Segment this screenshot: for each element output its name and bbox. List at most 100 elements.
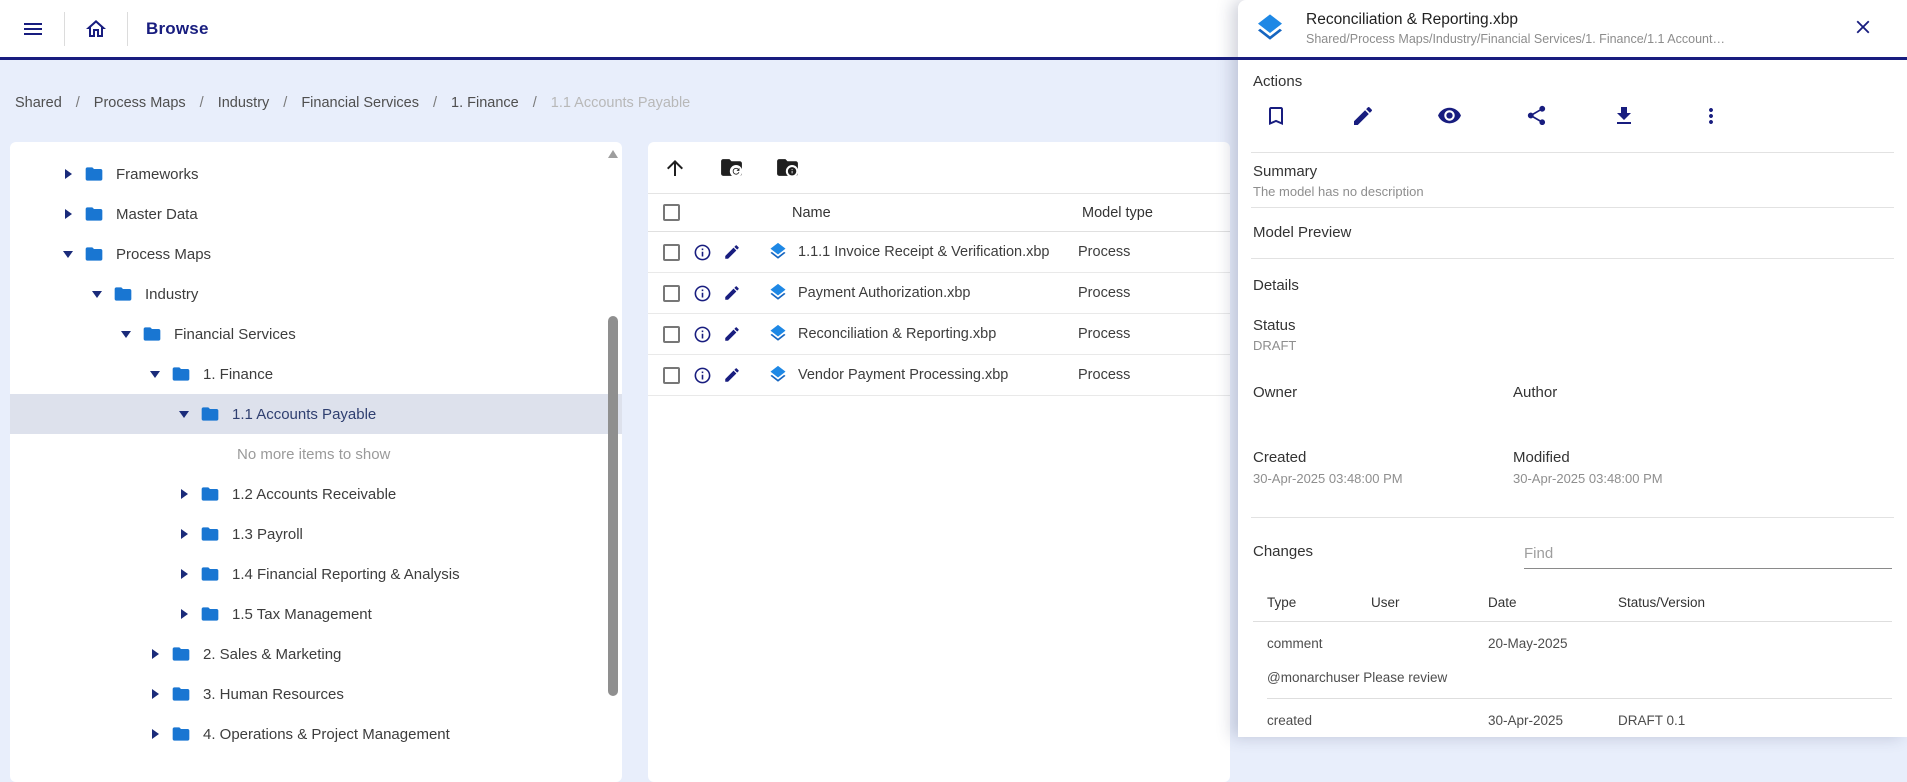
tree-item[interactable]: Financial Services: [10, 314, 622, 354]
tree-item-label: 1.5 Tax Management: [232, 606, 372, 623]
model-type: Process: [1078, 285, 1130, 301]
file-name[interactable]: Reconciliation & Reporting.xbp: [798, 326, 1078, 342]
tree-item[interactable]: Process Maps: [10, 234, 622, 274]
column-header-name[interactable]: Name: [792, 205, 1082, 221]
table-row[interactable]: Vendor Payment Processing.xbpProcess: [648, 355, 1230, 396]
share-icon[interactable]: [1524, 103, 1549, 128]
table-row[interactable]: Payment Authorization.xbpProcess: [648, 273, 1230, 314]
chevron-right-icon[interactable]: [178, 608, 190, 620]
chevron-right-icon[interactable]: [149, 648, 161, 660]
bookmark-icon[interactable]: [1263, 103, 1288, 128]
tree-item[interactable]: 1. Finance: [10, 354, 622, 394]
file-list-panel: Name Model type 1.1.1 Invoice Receipt & …: [648, 142, 1230, 782]
chevron-down-icon[interactable]: [91, 288, 103, 300]
change-user: [1371, 699, 1488, 728]
tree-item[interactable]: Frameworks: [10, 154, 622, 194]
chevron-right-icon[interactable]: [178, 488, 190, 500]
row-checkbox[interactable]: [663, 244, 680, 261]
tree-item-label: 4. Operations & Project Management: [203, 726, 450, 743]
home-icon[interactable]: [83, 16, 109, 42]
tree-item[interactable]: 3. Human Resources: [10, 674, 622, 714]
chevron-down-icon[interactable]: [149, 368, 161, 380]
breadcrumb-item[interactable]: Financial Services: [301, 95, 419, 111]
process-model-icon: [768, 365, 788, 385]
folder-icon: [113, 284, 133, 304]
row-checkbox[interactable]: [663, 285, 680, 302]
changes-col-date: Date: [1488, 595, 1618, 610]
column-header-model-type[interactable]: Model type: [1082, 205, 1153, 221]
tree-item[interactable]: 1.3 Payroll: [10, 514, 622, 554]
breadcrumb-item[interactable]: Shared: [15, 95, 62, 111]
tree-item-label: 1.3 Payroll: [232, 526, 303, 543]
tree-item[interactable]: 1.5 Tax Management: [10, 594, 622, 634]
change-status-version: [1618, 622, 1892, 651]
modified-label: Modified: [1513, 449, 1892, 466]
folder-icon: [200, 524, 220, 544]
folder-icon: [171, 644, 191, 664]
tree-item[interactable]: 4. Operations & Project Management: [10, 714, 622, 754]
download-icon[interactable]: [1611, 103, 1636, 128]
change-user: [1371, 622, 1488, 651]
changes-table-header: Type User Date Status/Version: [1253, 595, 1892, 622]
chevron-right-icon[interactable]: [149, 688, 161, 700]
more-options-icon[interactable]: [1698, 103, 1723, 128]
details-path: Shared/Process Maps/Industry/Financial S…: [1306, 32, 1837, 46]
scrollbar-thumb[interactable]: [608, 316, 618, 696]
edit-icon[interactable]: [722, 283, 742, 303]
chevron-right-icon[interactable]: [178, 528, 190, 540]
find-input[interactable]: [1524, 543, 1892, 569]
info-icon[interactable]: [692, 242, 712, 262]
summary-heading: Summary: [1253, 163, 1892, 180]
tree-item[interactable]: 1.1 Accounts Payable: [10, 394, 622, 434]
file-name[interactable]: 1.1.1 Invoice Receipt & Verification.xbp: [798, 244, 1078, 260]
tree-item[interactable]: 2. Sales & Marketing: [10, 634, 622, 674]
changes-table-rows: comment20-May-2025@monarchuser Please re…: [1253, 622, 1892, 728]
row-checkbox[interactable]: [663, 367, 680, 384]
tree-item[interactable]: Master Data: [10, 194, 622, 234]
edit-icon[interactable]: [722, 324, 742, 344]
chevron-right-icon[interactable]: [62, 208, 74, 220]
row-checkbox[interactable]: [663, 326, 680, 343]
chevron-right-icon[interactable]: [62, 168, 74, 180]
chevron-down-icon[interactable]: [120, 328, 132, 340]
info-icon[interactable]: [692, 324, 712, 344]
tree-item[interactable]: Industry: [10, 274, 622, 314]
tree-item-label: 2. Sales & Marketing: [203, 646, 341, 663]
info-icon[interactable]: [692, 365, 712, 385]
process-model-icon: [768, 242, 788, 262]
scroll-up-icon[interactable]: [608, 150, 618, 158]
created-value: 30-Apr-2025 03:48:00 PM: [1253, 471, 1513, 486]
edit-icon[interactable]: [1350, 103, 1375, 128]
menu-icon[interactable]: [20, 16, 46, 42]
model-type: Process: [1078, 244, 1130, 260]
table-row[interactable]: Reconciliation & Reporting.xbpProcess: [648, 314, 1230, 355]
process-model-icon: [768, 324, 788, 344]
view-icon[interactable]: [1437, 103, 1462, 128]
chevron-down-icon[interactable]: [62, 248, 74, 260]
select-all-checkbox[interactable]: [663, 204, 680, 221]
upload-icon[interactable]: [662, 155, 688, 181]
breadcrumb-item[interactable]: Process Maps: [94, 95, 186, 111]
tree-scrollbar[interactable]: [606, 146, 620, 778]
breadcrumb-item[interactable]: Industry: [218, 95, 270, 111]
file-name[interactable]: Payment Authorization.xbp: [798, 285, 1078, 301]
modified-value: 30-Apr-2025 03:48:00 PM: [1513, 471, 1892, 486]
close-icon[interactable]: [1849, 15, 1877, 43]
tree-item[interactable]: 1.4 Financial Reporting & Analysis: [10, 554, 622, 594]
details-heading: Details: [1253, 277, 1892, 294]
tree-item[interactable]: 1.2 Accounts Receivable: [10, 474, 622, 514]
folder-tree-panel: FrameworksMaster DataProcess MapsIndustr…: [10, 142, 622, 782]
info-icon[interactable]: [692, 283, 712, 303]
breadcrumb-item[interactable]: 1. Finance: [451, 95, 519, 111]
file-name[interactable]: Vendor Payment Processing.xbp: [798, 367, 1078, 383]
chevron-right-icon[interactable]: [149, 728, 161, 740]
folder-info-icon[interactable]: [774, 155, 800, 181]
changes-heading: Changes: [1253, 543, 1313, 560]
edit-icon[interactable]: [722, 242, 742, 262]
folder-sync-icon[interactable]: [718, 155, 744, 181]
chevron-right-icon[interactable]: [178, 568, 190, 580]
table-row[interactable]: 1.1.1 Invoice Receipt & Verification.xbp…: [648, 232, 1230, 273]
tree-item-label: 1.4 Financial Reporting & Analysis: [232, 566, 460, 583]
chevron-down-icon[interactable]: [178, 408, 190, 420]
edit-icon[interactable]: [722, 365, 742, 385]
